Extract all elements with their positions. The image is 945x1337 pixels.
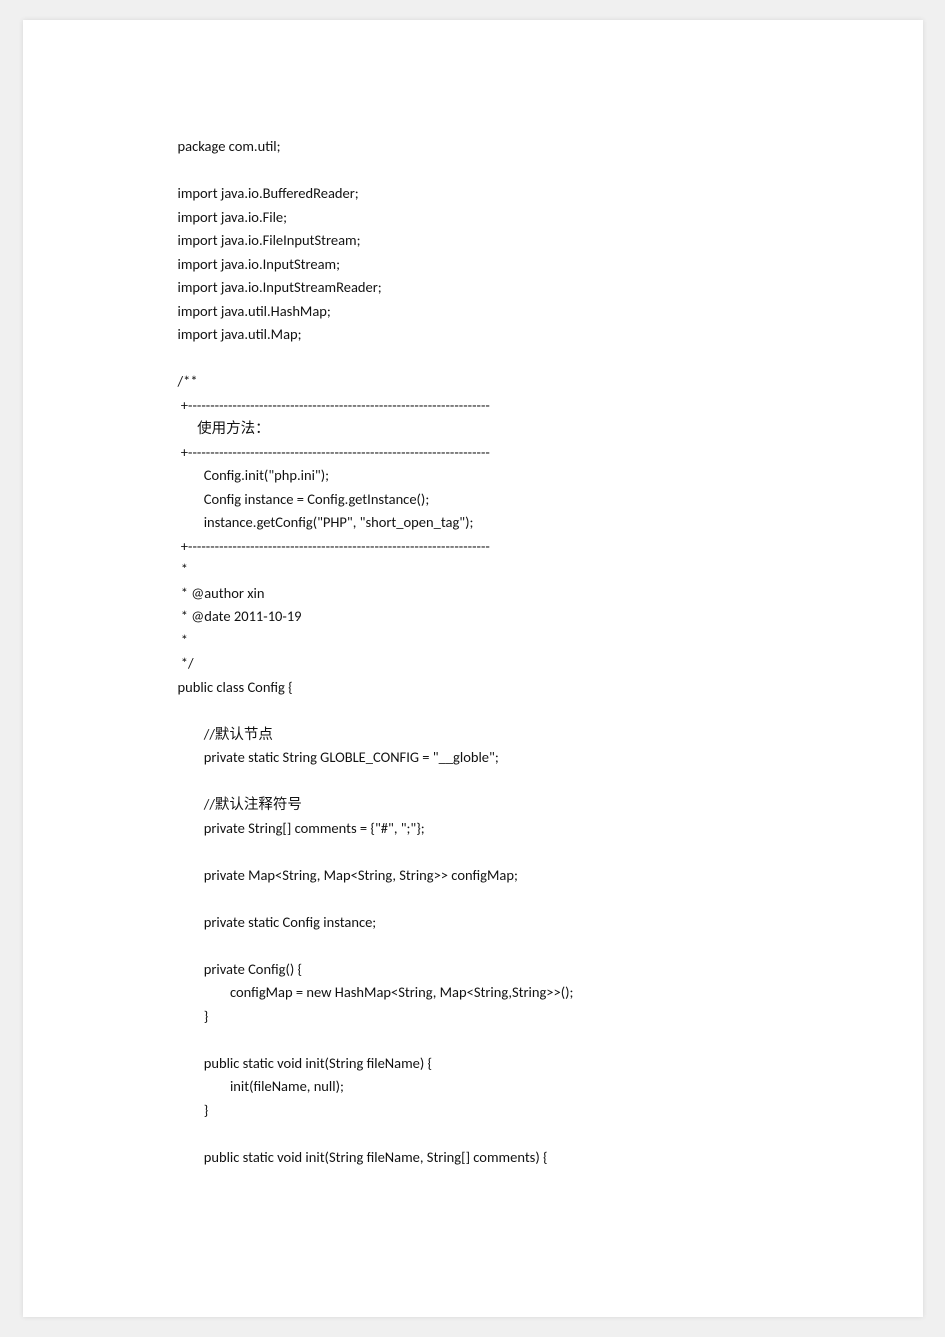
code-line: 使用方法： [178,417,768,441]
code-line: import java.io.BufferedReader; [178,182,768,206]
code-line: public static void init(String fileName,… [178,1146,768,1170]
code-line: +---------------------------------------… [178,441,768,465]
code-line: private Config() { [178,958,768,982]
code-line [178,770,768,794]
code-line: public static void init(String fileName)… [178,1052,768,1076]
code-line: Config instance = Config.getInstance(); [178,488,768,512]
code-line: configMap = new HashMap<String, Map<Stri… [178,981,768,1005]
code-line: import java.io.FileInputStream; [178,229,768,253]
code-line: +---------------------------------------… [178,394,768,418]
code-line: private static Config instance; [178,911,768,935]
code-line: //默认节点 [178,723,768,747]
code-line [178,934,768,958]
document-page: package com.util; import java.io.Buffere… [23,20,923,1317]
code-line: private Map<String, Map<String, String>>… [178,864,768,888]
code-line: instance.getConfig("PHP", "short_open_ta… [178,511,768,535]
code-line: import java.io.File; [178,206,768,230]
code-line [178,1122,768,1146]
code-line [178,1028,768,1052]
code-line: } [178,1099,768,1123]
code-line: /** [178,370,768,394]
code-line: import java.io.InputStreamReader; [178,276,768,300]
code-line: import java.util.HashMap; [178,300,768,324]
code-line [178,840,768,864]
code-line: Config.init("php.ini"); [178,464,768,488]
code-line: private String[] comments = {"#", ";"}; [178,817,768,841]
code-line: //默认注释符号 [178,793,768,817]
code-line [178,159,768,183]
code-line: private static String GLOBLE_CONFIG = "_… [178,746,768,770]
code-line: * [178,558,768,582]
code-line: } [178,1005,768,1029]
code-line [178,347,768,371]
code-line: package com.util; [178,135,768,159]
code-line: public class Config { [178,676,768,700]
code-line: * @author xin [178,582,768,606]
code-line: +---------------------------------------… [178,535,768,559]
code-line [178,887,768,911]
code-line: * @date 2011-10-19 [178,605,768,629]
code-line: import java.io.InputStream; [178,253,768,277]
code-line: import java.util.Map; [178,323,768,347]
code-line: init(fileName, null); [178,1075,768,1099]
code-block: package com.util; import java.io.Buffere… [178,135,768,1169]
code-line [178,699,768,723]
code-line: */ [178,652,768,676]
code-line: * [178,629,768,653]
